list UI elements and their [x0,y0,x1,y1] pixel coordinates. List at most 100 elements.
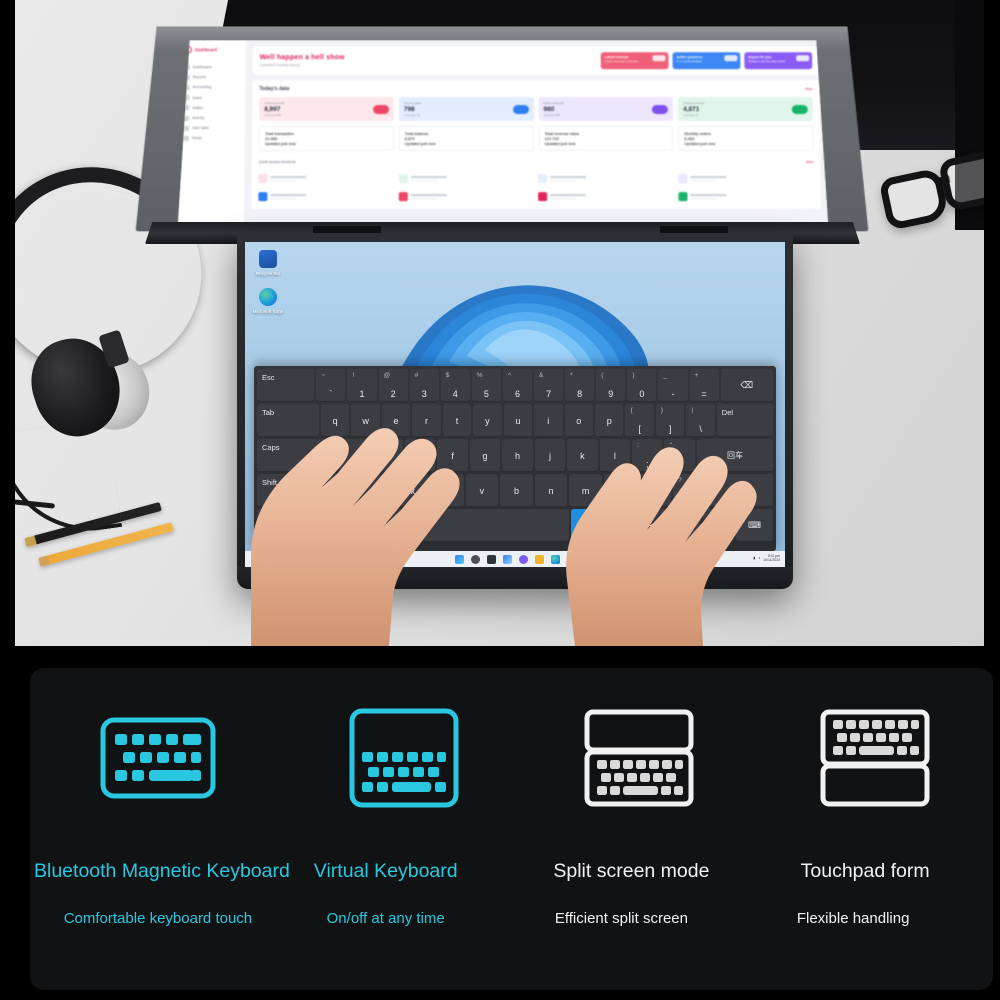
key-space[interactable]: _ - [658,369,688,402]
key-space[interactable]: " ' [664,439,695,472]
nav-item[interactable]: Activity [184,113,240,123]
key-t[interactable]: t [442,404,472,437]
hero-card-button[interactable] [796,55,809,61]
file-explorer-icon[interactable] [534,555,544,564]
key-Alt[interactable]: Alt [571,509,603,542]
key-space[interactable]: :; [632,439,663,472]
key-4[interactable]: $4 [440,369,470,402]
key-space[interactable]: | \ [686,404,715,437]
task-view-icon[interactable] [486,555,496,564]
stat-card-secondary[interactable]: Monthly orders 6,269 Updated just now [678,126,813,151]
key-x[interactable]: x [396,474,429,507]
stat-card-secondary[interactable]: Total revenue value 122,742 Updated just… [538,126,673,151]
hero-card-button[interactable] [653,55,666,61]
key-5[interactable]: % 5 [471,369,501,402]
windows-taskbar[interactable]: ▮ ◑ 5:11 pm 10/11/2023 [245,551,785,568]
virtual-keyboard[interactable]: Esc ~ `! 1 @2 #3 $4% 5 ^ 6 & 7 * 8(9) 0 _ - + = ⌫ Tab q w e r t y u… [254,366,776,551]
key-Esc[interactable]: Esc [257,369,315,402]
key-space[interactable]: ? / [673,474,706,507]
feature-touchpad-form[interactable]: Touchpad form Flexible handling [757,668,993,990]
key-n[interactable]: n [534,474,568,507]
nav-item[interactable]: Setup [184,133,240,143]
feature-virtual-keyboard[interactable]: Virtual Keyboard On/off at any time [286,668,522,990]
nav-item[interactable]: Wallet [184,103,240,113]
key-s[interactable]: s [372,439,403,472]
key-z[interactable]: z [361,474,395,507]
key-space[interactable] [404,509,570,542]
key-k[interactable]: k [567,439,598,472]
key-6[interactable]: ^ 6 [502,369,533,402]
tray-network-icon[interactable]: ▮ [753,556,755,560]
key-m[interactable]: m [569,474,602,507]
key-0[interactable]: ) 0 [627,369,657,402]
hero-card[interactable]: Expert for you Ready to get big data vie… [744,52,812,69]
feature-bluetooth-magnetic-keyboard[interactable]: Bluetooth Magnetic Keyboard Comfortable … [30,668,290,990]
key-space[interactable]: ⊞ [338,509,370,542]
key-h[interactable]: h [502,439,533,472]
tray-volume-icon[interactable]: ◑ [758,556,760,560]
key-space[interactable]: ◀ [637,509,669,542]
key-Alt[interactable]: Alt [371,509,403,542]
key-space[interactable]: + = [689,369,719,402]
key-p[interactable]: p [594,404,624,437]
list-item[interactable] [398,172,533,185]
list-item[interactable] [398,190,533,203]
key-9[interactable]: (9 [596,369,626,402]
hero-card-button[interactable] [724,55,737,61]
key-b[interactable]: b [500,474,533,507]
key-o[interactable]: o [564,404,593,437]
nav-item[interactable]: Reports [185,72,241,82]
key-f[interactable]: f [437,439,468,472]
key-7[interactable]: & 7 [534,369,564,402]
list-item[interactable] [678,190,813,203]
list-more-link[interactable]: More [806,160,813,164]
key-space[interactable]: <, [603,474,637,507]
key-space[interactable]: ⌫ [720,369,773,402]
key-Ctrl[interactable]: Ctrl [301,509,337,542]
list-item[interactable] [538,190,673,203]
stat-card[interactable]: Ordered amount 4,871 Yesterday 78 [678,97,813,121]
hero-card[interactable]: Latest revenue Quick summary overview [601,52,669,69]
system-tray[interactable]: ▮ ◑ 5:11 pm 10/11/2023 [753,554,780,562]
key-space[interactable]: >. [638,474,672,507]
key-space[interactable]: }] [655,404,685,437]
key-c[interactable]: c [430,474,464,507]
start-icon[interactable] [454,555,464,564]
key-g[interactable]: g [469,439,501,472]
nav-item[interactable]: Sales [184,93,240,103]
nav-item[interactable]: Accounting [184,82,240,92]
key-Shift[interactable]: Shift [257,474,360,507]
list-item[interactable] [258,172,393,185]
key-space[interactable]: {[ [625,404,654,437]
key-u[interactable]: u [503,404,533,437]
nav-item[interactable]: User data [184,123,240,133]
key-3[interactable]: #3 [409,369,439,402]
key-v[interactable]: v [465,474,499,507]
desktop-icon-recycle-bin[interactable]: Recycle Bin [251,250,285,276]
nav-item[interactable]: Dashboard [185,62,241,72]
list-item[interactable] [678,172,813,185]
key-space[interactable]: ⇧ [707,474,773,507]
key-y[interactable]: y [473,404,502,437]
search-icon[interactable] [470,555,480,564]
widgets-icon[interactable] [502,555,512,564]
key-j[interactable]: j [534,439,566,472]
key-1[interactable]: ! 1 [347,369,377,402]
tray-clock[interactable]: 5:11 pm 10/11/2023 [763,554,780,562]
laptop-lower-screen[interactable]: Recycle Bin Microsoft Edge Esc ~ `! 1 @2 #3 $4… [245,242,785,568]
key-e[interactable]: e [381,404,411,437]
key-2[interactable]: @2 [378,369,408,402]
key-l[interactable]: l [599,439,631,472]
key-i[interactable]: i [534,404,563,437]
key-a[interactable]: a [340,439,371,472]
chat-icon[interactable] [518,555,528,564]
key-r[interactable]: r [412,404,441,437]
store-icon[interactable] [566,555,576,564]
stat-card[interactable]: Current amount 8,997 Yesterday 888 [259,97,394,121]
key-Tab[interactable]: Tab [257,404,319,437]
list-item[interactable] [538,172,673,185]
key-8[interactable]: * 8 [565,369,595,402]
key-space[interactable]: ⌨ [735,509,773,542]
dashboard-nav[interactable]: Dashboard Reports Accounting Sales Walle… [184,62,241,143]
stat-card-secondary[interactable]: Total balance 8,870 Updated just now [399,126,534,151]
